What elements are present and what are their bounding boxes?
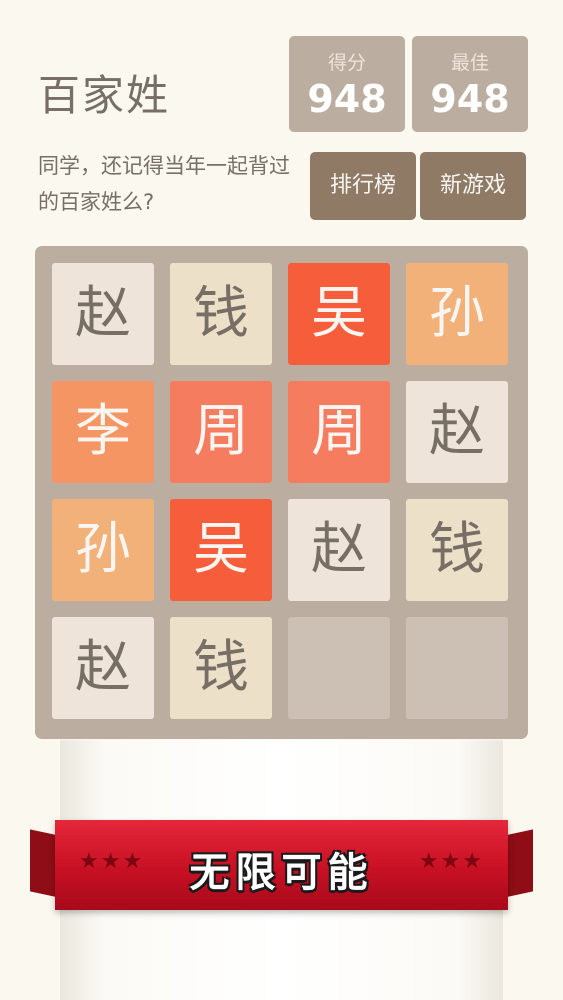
score-value: 948 <box>307 77 387 121</box>
tile: 周 <box>288 381 390 483</box>
leaderboard-button[interactable]: 排行榜 <box>310 152 416 220</box>
new-game-button[interactable]: 新游戏 <box>420 152 526 220</box>
board-cell <box>288 617 390 719</box>
tile: 李 <box>52 381 154 483</box>
tile: 钱 <box>170 617 272 719</box>
best-score-label: 最佳 <box>450 52 489 74</box>
board-cell <box>406 617 508 719</box>
best-score-box: 最佳 948 <box>412 36 528 132</box>
tile: 孙 <box>52 499 154 601</box>
tile: 周 <box>170 381 272 483</box>
tile: 赵 <box>52 263 154 365</box>
promo-banner-area: ★★★ 无限可能 ★★★ <box>0 740 563 1000</box>
tile: 吴 <box>288 263 390 365</box>
tile: 赵 <box>52 617 154 719</box>
tile: 吴 <box>170 499 272 601</box>
game-board[interactable]: 赵钱吴孙李周周赵孙吴赵钱赵钱 <box>35 246 528 739</box>
tile: 孙 <box>406 263 508 365</box>
best-score-value: 948 <box>430 77 510 121</box>
tile: 赵 <box>406 381 508 483</box>
score-box: 得分 948 <box>289 36 405 132</box>
game-title: 百家姓 <box>38 71 171 120</box>
score-label: 得分 <box>327 52 366 74</box>
tile: 钱 <box>406 499 508 601</box>
tile: 钱 <box>170 263 272 365</box>
tile: 赵 <box>288 499 390 601</box>
promo-ribbon: ★★★ 无限可能 ★★★ <box>55 820 508 910</box>
ribbon-stars-right: ★★★ <box>418 849 484 874</box>
game-subtitle: 同学，还记得当年一起背过的百家姓么? <box>38 154 290 214</box>
